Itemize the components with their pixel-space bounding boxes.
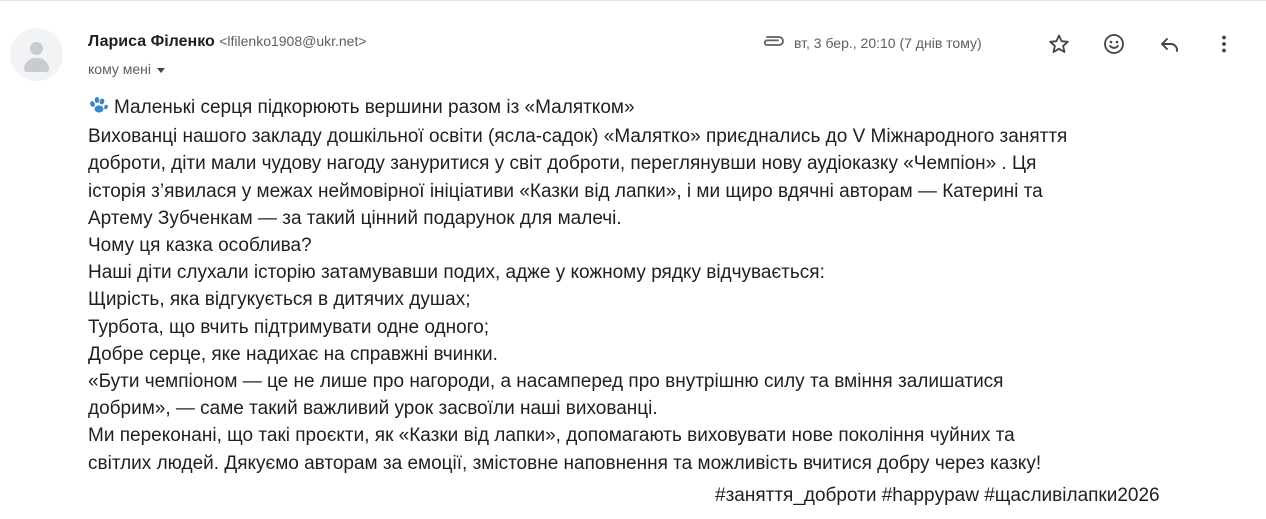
body-line-9: Добре серце, яке надихає на справжні вчи… <box>88 343 498 365</box>
avatar-shoulders <box>24 58 49 72</box>
reply-icon <box>1161 38 1178 52</box>
hashtags: #заняття_доброти #happypaw #щасливілапки… <box>715 485 1160 506</box>
message-date: вт, 3 бер., 20:10 (7 днів тому) <box>794 35 982 51</box>
avatar-icon[interactable] <box>10 28 63 81</box>
sender-header: Лариса Філенко <lfilenko1908@ukr.net> <box>88 33 367 51</box>
body-line-7: Щирість, яка відгукується в дитячих душа… <box>88 289 471 311</box>
sender-email: <lfilenko1908@ukr.net> <box>219 33 367 49</box>
paw-icon <box>88 95 110 123</box>
body-line-12: Ми переконані, що такі проєкти, як «Казк… <box>88 425 1015 447</box>
body-line-1: Вихованці нашого закладу дошкільної осві… <box>88 126 1068 148</box>
emoji-icon <box>1104 34 1124 54</box>
body-line-13: світлих людей. Дякуємо авторам за емоції… <box>88 452 1042 474</box>
body-line-6: Наші діти слухали історію затамувавши по… <box>88 262 825 284</box>
message-title-line: Маленькі серця підкорюють вершини разом … <box>88 94 1238 123</box>
body-line-2: доброти, діти мали чудову нагоду занурит… <box>88 153 1037 175</box>
chevron-down-icon[interactable] <box>157 67 165 73</box>
avatar-head <box>30 42 43 55</box>
reply-button[interactable] <box>1153 28 1185 60</box>
top-divider <box>0 0 1266 1</box>
body-line-4: Артему Зубченкам — за такий цінний подар… <box>88 207 622 229</box>
body-line-5: Чому ця казка особлива? <box>88 235 312 257</box>
body-line-10: «Бути чемпіоном — це не лише про нагород… <box>88 371 1004 393</box>
body-line-11: добрим», — саме такий важливий урок засв… <box>88 398 658 420</box>
recipients-label: кому мені <box>88 61 151 77</box>
body-line-3: історія з’явилася у межах неймовірної ін… <box>88 180 1043 202</box>
body-line-8: Турбота, що вчить підтримувати одне одно… <box>88 316 490 338</box>
more-options-button[interactable] <box>1208 28 1240 60</box>
more-vert-icon <box>1222 35 1226 53</box>
message-body: Маленькі серця підкорюють вершини разом … <box>88 94 1238 477</box>
attachment-icon <box>760 33 786 54</box>
star-button[interactable] <box>1043 28 1075 60</box>
emoji-reaction-button[interactable] <box>1098 28 1130 60</box>
sender-name[interactable]: Лариса Філенко <box>88 33 215 50</box>
recipients-toggle[interactable]: кому мені <box>88 61 165 77</box>
message-meta: вт, 3 бер., 20:10 (7 днів тому) <box>760 33 982 53</box>
message-title: Маленькі серця підкорюють вершини разом … <box>114 97 635 118</box>
star-icon <box>1049 34 1069 53</box>
